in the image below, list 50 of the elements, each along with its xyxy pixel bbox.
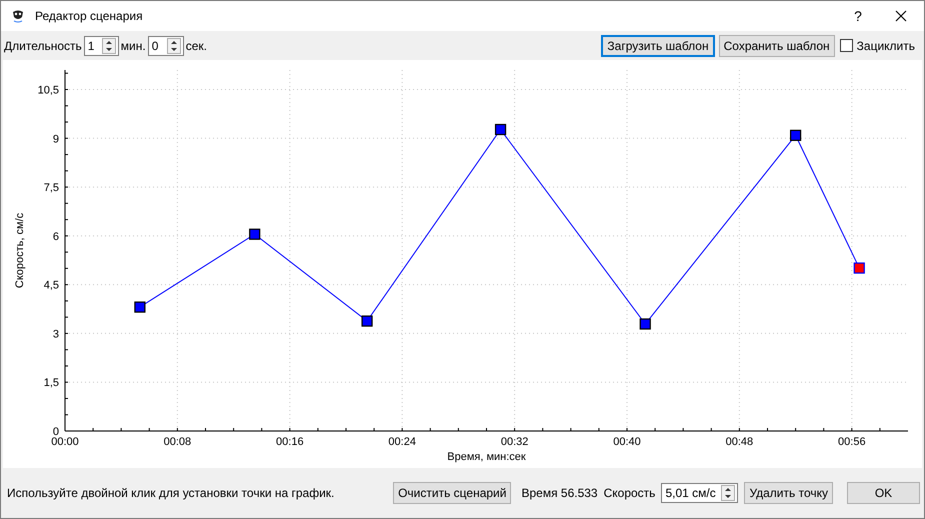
- x-tick-label: 00:00: [51, 436, 79, 448]
- spin-arrows-icon[interactable]: [102, 38, 116, 54]
- spin-field[interactable]: 5,01 см/с: [661, 483, 738, 503]
- y-tick-label: 6: [52, 230, 59, 243]
- data-point[interactable]: [134, 301, 146, 313]
- spin-value: 5,01 см/с: [664, 485, 717, 502]
- seconds-unit: сек.: [186, 38, 207, 54]
- x-tick-label: 00:16: [276, 436, 304, 448]
- x-tick-label: 00:56: [838, 436, 866, 448]
- data-point[interactable]: [361, 315, 373, 327]
- time-readout: Время 56.533: [521, 485, 598, 502]
- loop-label: Зациклить: [856, 38, 915, 54]
- help-button[interactable]: ?: [838, 1, 878, 31]
- spin-arrows-icon[interactable]: [166, 38, 181, 54]
- save-template-button[interactable]: Сохранить шаблон: [718, 34, 835, 56]
- y-tick-label: 0: [52, 426, 59, 438]
- y-tick-label: 4,5: [44, 280, 59, 292]
- ok-button[interactable]: OK: [847, 482, 920, 504]
- y-tick-label: 7,5: [44, 182, 59, 194]
- clear-scenario-button[interactable]: Очистить сценарий: [393, 482, 512, 504]
- x-tick-label: 00:08: [164, 436, 192, 448]
- window-title: Редактор сценария: [35, 8, 143, 25]
- data-point[interactable]: [640, 318, 651, 330]
- y-tick-label: 1,5: [44, 377, 59, 390]
- spin-value: 1: [86, 38, 96, 54]
- y-tick-label: 10,5: [38, 84, 59, 97]
- hint-text: Используйте двойной клик для установки точки на график.: [7, 485, 334, 502]
- minutes-unit: мин.: [120, 38, 146, 54]
- data-point[interactable]: [854, 262, 865, 274]
- spin-arrows-icon[interactable]: [721, 485, 736, 501]
- x-axis-title: Время, мин:сек: [447, 451, 526, 463]
- y-tick-label: 9: [52, 133, 59, 146]
- delete-point-button[interactable]: Удалить точку: [744, 482, 833, 504]
- x-tick-label: 00:40: [613, 436, 641, 448]
- spin-field[interactable]: 0: [148, 36, 184, 56]
- y-tick-label: 3: [52, 328, 59, 340]
- x-tick-label: 00:48: [726, 436, 754, 448]
- x-tick-label: 00:32: [500, 436, 528, 448]
- y-axis-title: Скорость, см/с: [14, 212, 26, 288]
- data-point[interactable]: [790, 130, 802, 141]
- data-point[interactable]: [494, 124, 506, 136]
- app-icon: [11, 9, 25, 23]
- speed-label: Скорость: [604, 485, 656, 502]
- load-template-button[interactable]: Загрузить шаблон: [601, 34, 715, 56]
- x-tick-label: 00:24: [388, 436, 416, 448]
- loop-checkbox[interactable]: [840, 39, 853, 52]
- duration-label: Длительность: [4, 38, 82, 54]
- spin-value: 0: [150, 38, 160, 54]
- spin-field[interactable]: 1: [84, 36, 119, 56]
- close-icon: [895, 10, 907, 22]
